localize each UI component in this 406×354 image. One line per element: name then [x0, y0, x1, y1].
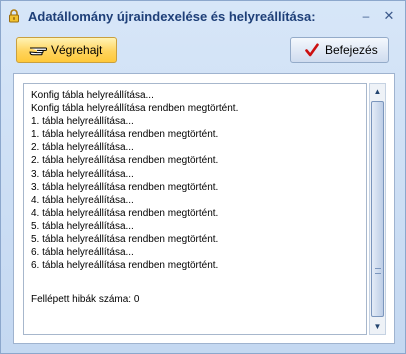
- scroll-up-arrow-icon[interactable]: ▲: [370, 85, 385, 99]
- scrollbar-thumb[interactable]: [371, 101, 384, 317]
- log-line: 2. tábla helyreállítása...: [31, 142, 134, 154]
- log-line: 1. tábla helyreállítása...: [31, 116, 134, 128]
- log-line: 5. tábla helyreállítása...: [31, 220, 134, 232]
- log-line: Konfig tábla helyreállítása...: [31, 90, 154, 101]
- toolbar: Végrehajt Befejezés: [2, 31, 404, 73]
- minimize-button[interactable]: –: [358, 8, 374, 24]
- padlock-icon: [9, 9, 19, 23]
- execute-button[interactable]: Végrehajt: [16, 37, 117, 63]
- scroll-down-arrow-icon[interactable]: ▼: [370, 320, 385, 334]
- log-line: 5. tábla helyreállítása rendben megtörté…: [31, 234, 219, 246]
- title-bar[interactable]: Adatállomány újraindexelése és helyreáll…: [1, 1, 405, 31]
- log-line: 6. tábla helyreállítása...: [31, 247, 134, 259]
- dialog-window: Adatállomány újraindexelése és helyreáll…: [0, 0, 406, 354]
- error-count-text: Fellépett hibák száma: 0: [31, 294, 140, 305]
- log-line: 4. tábla helyreállítása rendben megtörté…: [31, 207, 219, 219]
- window-title: Adatállomány újraindexelése és helyreáll…: [28, 8, 316, 24]
- log-line: 2. tábla helyreállítása rendben megtörté…: [31, 155, 219, 167]
- scrollbar-grip-icon: [375, 268, 381, 274]
- close-button[interactable]: ✕: [381, 8, 397, 24]
- log-textarea[interactable]: Konfig tábla helyreállítása... Konfig tá…: [23, 83, 367, 335]
- log-line: 1. tábla helyreállítása rendben megtörté…: [31, 129, 219, 141]
- finish-button[interactable]: Befejezés: [290, 37, 389, 63]
- log-line: 4. tábla helyreállítása...: [31, 194, 134, 206]
- log-line: 6. tábla helyreállítása rendben megtörté…: [31, 260, 219, 272]
- log-line: Konfig tábla helyreállítása rendben megt…: [31, 103, 239, 115]
- log-line: 3. tábla helyreállítása...: [31, 168, 134, 180]
- log-lines: Konfig tábla helyreállítása... Konfig tá…: [24, 84, 366, 272]
- execute-button-label: Végrehajt: [51, 43, 103, 57]
- vertical-scrollbar[interactable]: ▲ ▼: [369, 83, 386, 335]
- checkmark-icon: [305, 43, 319, 57]
- log-line: 3. tábla helyreállítása rendben megtörté…: [31, 181, 219, 193]
- pointing-hand-icon: [29, 47, 47, 56]
- finish-button-label: Befejezés: [325, 43, 378, 57]
- content-panel: Konfig tábla helyreállítása... Konfig tá…: [13, 73, 395, 344]
